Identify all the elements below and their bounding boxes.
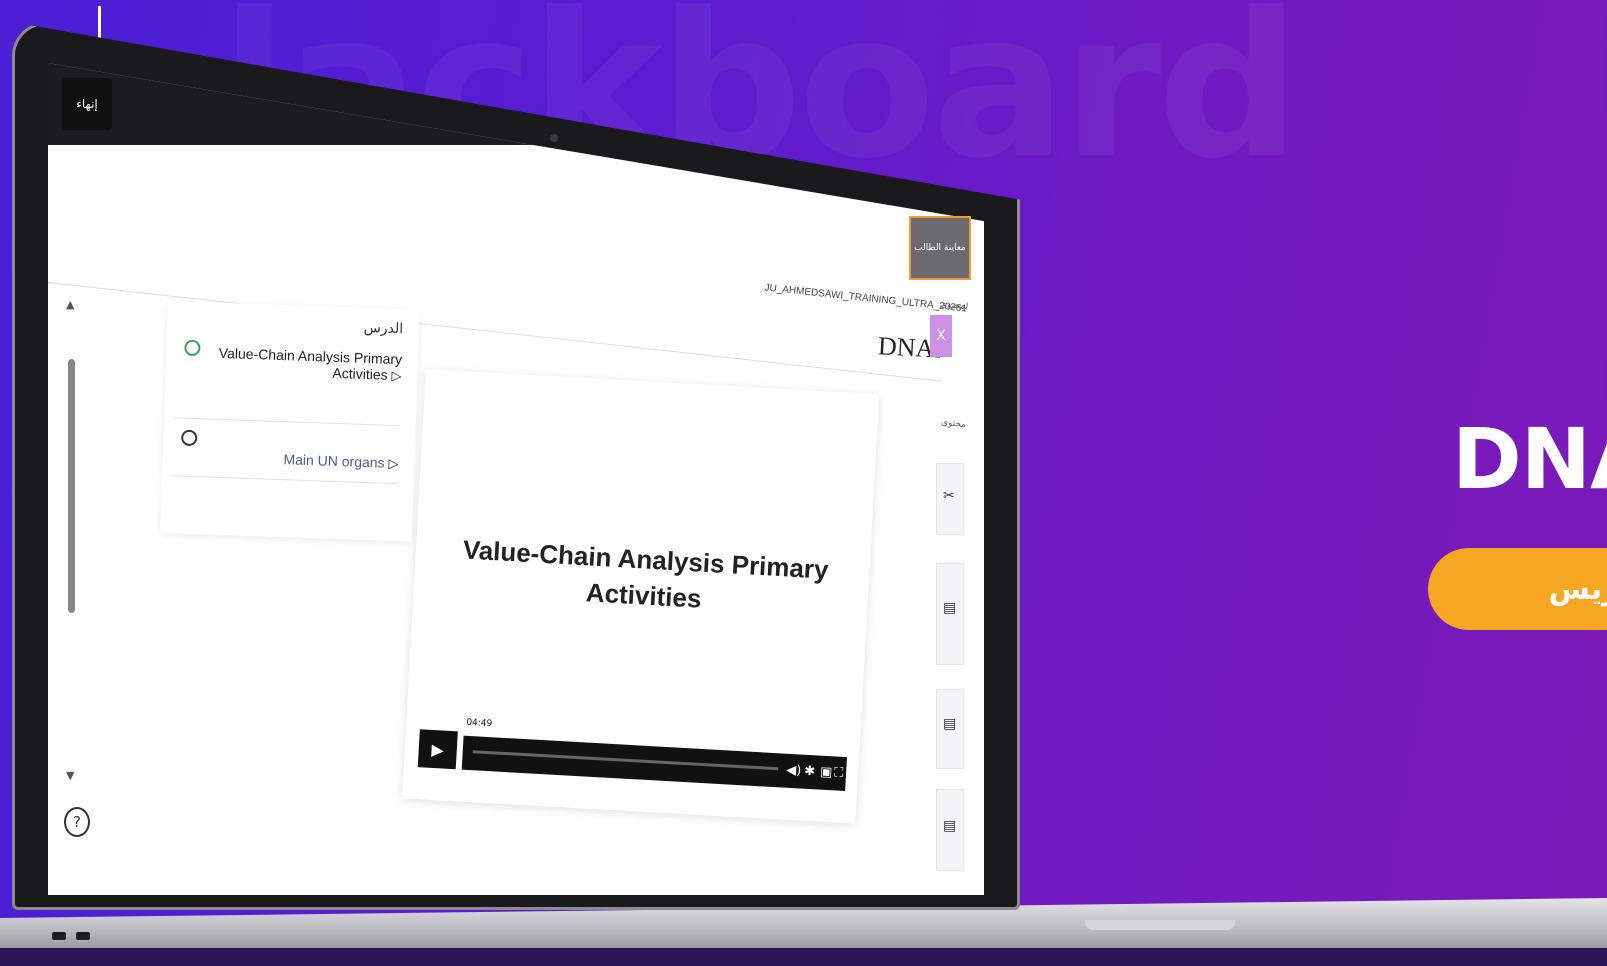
document-icon: ▤ — [943, 716, 957, 732]
outline-item-label: Value-Chain Analysis Primary Activities — [218, 344, 403, 383]
side-item-document[interactable]: ▤ — [936, 689, 964, 769]
play-triangle-icon: ▷ — [388, 455, 399, 472]
play-button[interactable]: ▶ — [417, 729, 458, 770]
outline-item-text: Value-Chain Analysis Primary Activities … — [211, 344, 403, 385]
text-cursor — [98, 6, 101, 38]
promo-pill: تدريس — [1428, 548, 1607, 630]
volume-icon[interactable]: ◀) — [786, 763, 802, 779]
controls-strip: ◀) ✱ ▣ ⛶ — [461, 735, 847, 792]
laptop-notch — [1085, 920, 1235, 930]
lesson-outline: الدرس Value-Chain Analysis Primary Activ… — [159, 301, 420, 542]
side-item-document[interactable]: ▤ — [936, 789, 964, 871]
scroll-down-arrow-icon[interactable]: ▼ — [66, 769, 74, 782]
duration-label: 04:49 — [466, 717, 493, 730]
progress-circle-icon — [180, 429, 198, 447]
tools-icon: ✂ — [943, 488, 955, 504]
port-icon — [52, 932, 66, 940]
close-button[interactable]: X — [930, 315, 952, 357]
picture-in-picture-icon[interactable]: ▣ — [820, 765, 833, 781]
outline-heading: الدرس — [363, 319, 404, 338]
course-code: JU_AHMEDSAWI_TRAINING_ULTRA_20261 — [763, 282, 968, 315]
outline-item[interactable]: Main UN organs ▷ — [171, 419, 400, 485]
outline-item-label: Main UN organs — [283, 451, 385, 471]
laptop-shadow — [0, 948, 1607, 966]
side-item-tools[interactable]: ✂ — [936, 463, 964, 535]
play-triangle-icon: ▷ — [391, 367, 402, 384]
side-content-label: محتوى — [940, 417, 967, 431]
progress-circle-icon — [184, 339, 201, 357]
outline-item-text: Main UN organs ▷ — [208, 449, 399, 473]
scroll-up-arrow-icon[interactable]: ▲ — [66, 298, 74, 311]
scrollbar-thumb[interactable] — [68, 359, 75, 613]
promo-title: DNA — [1452, 410, 1607, 508]
video-player-controls: ▶ 04:49 ◀) ✱ ▣ ⛶ — [417, 718, 850, 793]
port-icon — [76, 932, 90, 940]
settings-gear-icon[interactable]: ✱ — [804, 764, 816, 780]
document-icon: ▤ — [943, 818, 957, 834]
outline-item[interactable]: Value-Chain Analysis Primary Activities … — [173, 329, 403, 427]
course-content: معاينة الطالب JU_AHMEDSAWI_TRAINING_ULTR… — [47, 63, 984, 895]
slide-title: Value-Chain Analysis Primary Activities — [453, 531, 836, 624]
student-preview-button[interactable]: معاينة الطالب — [909, 216, 971, 280]
progress-bar[interactable] — [472, 750, 779, 771]
document-icon: ▤ — [943, 600, 957, 616]
video-slide: Value-Chain Analysis Primary Activities … — [401, 369, 880, 824]
help-icon[interactable]: ? — [64, 807, 90, 837]
side-item-document[interactable]: ▤ — [936, 563, 964, 665]
fullscreen-icon[interactable]: ⛶ — [834, 765, 844, 780]
